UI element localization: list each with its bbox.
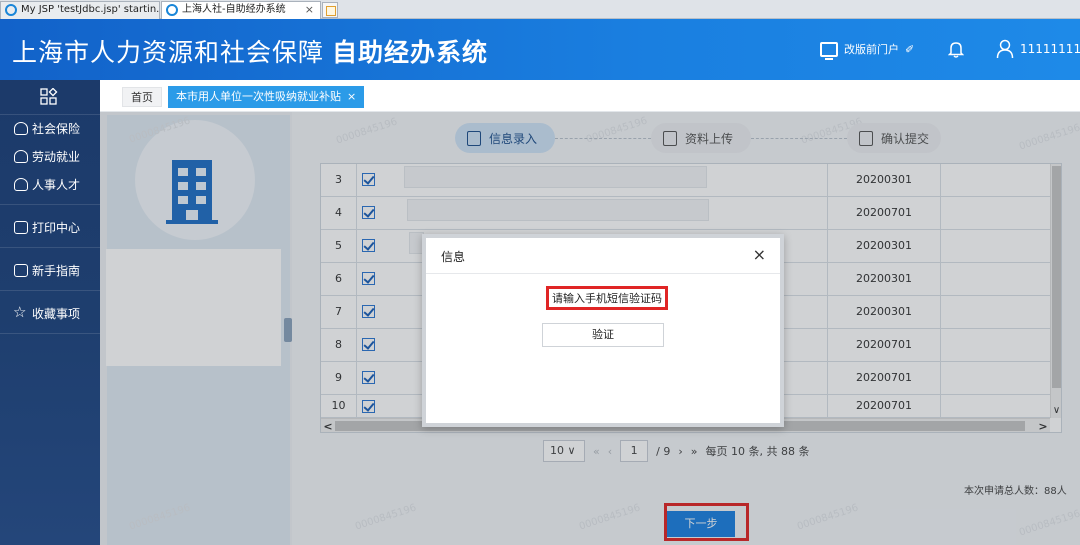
ie-icon — [5, 4, 17, 16]
printer-icon — [14, 220, 28, 234]
guide-icon — [14, 263, 28, 277]
close-icon[interactable]: × — [753, 246, 766, 264]
sidebar: 社会保险 劳动就业 人事人才 打印中心 新手指南 收藏事项 — [0, 80, 100, 545]
worker-icon — [14, 149, 28, 163]
new-tab-button[interactable] — [322, 2, 338, 18]
user-menu[interactable]: 11111111 — [996, 39, 1080, 59]
ie-icon — [166, 4, 178, 16]
browser-tab-system[interactable]: 上海人社-自助经办系统 × — [161, 1, 321, 19]
browser-tab-jsp[interactable]: My JSP 'testJdbc.jsp' startin... — [0, 1, 160, 19]
tab-employment-subsidy[interactable]: 本市用人单位一次性吸纳就业补贴 × — [168, 86, 365, 108]
close-icon[interactable]: × — [347, 90, 356, 103]
umbrella-icon — [14, 121, 28, 135]
star-icon — [13, 303, 28, 321]
app-header: 上海市人力资源和社会保障 自助经办系统 改版前门户 ✐ 11111111 — [0, 19, 1080, 80]
sidebar-divider — [0, 333, 100, 334]
dialog-header: 信息 × — [426, 238, 780, 274]
dialog-message: 请输入手机短信验证码 — [546, 286, 668, 310]
user-icon — [996, 39, 1014, 59]
breadcrumb: 首页 本市用人单位一次性吸纳就业补贴 × — [100, 80, 1080, 112]
people-icon — [14, 177, 28, 191]
apps-grid-icon[interactable] — [40, 88, 58, 106]
tab-home[interactable]: 首页 — [122, 87, 162, 107]
sidebar-divider — [0, 114, 100, 115]
sidebar-item-favorites[interactable]: 收藏事项 — [0, 302, 100, 324]
sidebar-divider — [0, 247, 100, 248]
sidebar-item-employment[interactable]: 劳动就业 — [0, 145, 100, 167]
link-icon: ✐ — [905, 42, 915, 56]
sidebar-divider — [0, 290, 100, 291]
sidebar-item-print-center[interactable]: 打印中心 — [0, 216, 100, 238]
old-portal-link[interactable]: 改版前门户 ✐ — [820, 41, 915, 60]
monitor-icon — [820, 41, 838, 60]
close-tab-icon[interactable]: × — [305, 2, 314, 18]
app-title: 上海市人力资源和社会保障 自助经办系统 — [12, 38, 489, 67]
sidebar-item-personnel[interactable]: 人事人才 — [0, 173, 100, 195]
sms-verify-dialog: 信息 × 请输入手机短信验证码 验证 — [422, 234, 784, 427]
sidebar-item-social-insurance[interactable]: 社会保险 — [0, 117, 100, 139]
verify-button[interactable]: 验证 — [542, 323, 664, 347]
sidebar-divider — [0, 204, 100, 205]
bell-icon[interactable] — [948, 40, 964, 58]
sidebar-item-beginner-guide[interactable]: 新手指南 — [0, 259, 100, 281]
browser-tab-bar: My JSP 'testJdbc.jsp' startin... 上海人社-自助… — [0, 0, 1080, 19]
